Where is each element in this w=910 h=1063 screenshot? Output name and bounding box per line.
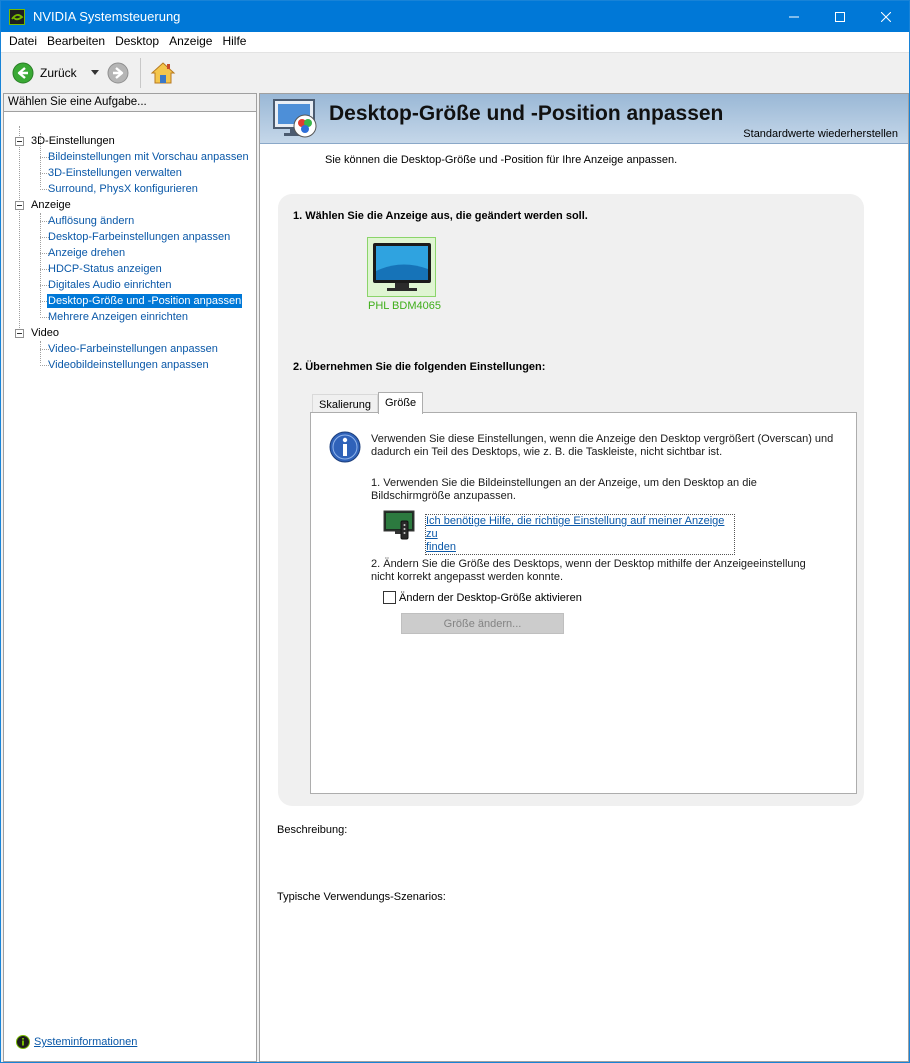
tree-line: [19, 126, 20, 330]
minimize-icon: [789, 16, 799, 17]
tree-item-mehrere-anzeigen[interactable]: Mehrere Anzeigen einrichten: [48, 310, 188, 324]
maximize-icon: [835, 11, 845, 22]
system-info-icon: [16, 1035, 30, 1049]
info-text-1: Verwenden Sie diese Einstellungen, wenn …: [371, 433, 834, 445]
tree-category-3d[interactable]: 3D-Einstellungen: [31, 134, 115, 148]
info-icon: [329, 431, 361, 463]
help-link-line-2: finden: [426, 541, 456, 553]
step1-text-2: Bildschirmgröße anzupassen.: [371, 490, 516, 502]
tree-line: [40, 341, 41, 363]
tree-item-3d-verwalten[interactable]: 3D-Einstellungen verwalten: [48, 166, 182, 180]
tree-category-video[interactable]: Video: [31, 326, 59, 340]
maximize-button[interactable]: [817, 1, 863, 32]
page-title: Desktop-Größe und -Position anpassen: [329, 102, 724, 125]
forward-arrow-icon[interactable]: [107, 62, 129, 84]
tree-item-aufloesung[interactable]: Auflösung ändern: [48, 214, 134, 228]
content-panel: Desktop-Größe und -Position anpassen Sta…: [259, 93, 909, 1062]
menu-datei[interactable]: Datei: [4, 32, 42, 52]
minimize-button[interactable]: [771, 1, 817, 32]
tree-item-hdcp-status[interactable]: HDCP-Status anzeigen: [48, 262, 162, 276]
desktop-position-icon: [273, 99, 317, 138]
page-intro: Sie können die Desktop-Größe und -Positi…: [325, 154, 678, 166]
system-info-label: Systeminformationen: [34, 1036, 138, 1048]
help-link[interactable]: Ich benötige Hilfe, die richtige Einstel…: [425, 514, 735, 555]
back-label: Zurück: [40, 66, 77, 80]
window-title: NVIDIA Systemsteuerung: [33, 9, 181, 24]
tree-item-digitales-audio[interactable]: Digitales Audio einrichten: [48, 278, 172, 292]
menu-hilfe[interactable]: Hilfe: [217, 32, 251, 52]
settings-tabs: Skalierung Größe: [312, 392, 424, 414]
tab-skalierung[interactable]: Skalierung: [312, 394, 378, 414]
display-name-label[interactable]: PHL BDM4065: [368, 300, 441, 312]
menu-bar: Datei Bearbeiten Desktop Anzeige Hilfe: [1, 32, 909, 52]
home-icon[interactable]: [150, 60, 176, 86]
back-arrow-icon: [12, 62, 34, 84]
tab-groesse[interactable]: Größe: [377, 392, 424, 414]
app-window: NVIDIA Systemsteuerung Datei Bearbeiten …: [0, 0, 910, 1063]
close-button[interactable]: [863, 1, 909, 32]
close-icon: [881, 11, 891, 22]
toolbar-separator: [140, 58, 141, 88]
tab-panel-groesse: Verwenden Sie diese Einstellungen, wenn …: [310, 412, 857, 794]
usage-scenarios-label: Typische Verwendungs-Szenarios:: [277, 891, 446, 903]
system-info-link[interactable]: Systeminformationen: [16, 1035, 137, 1049]
description-label: Beschreibung:: [277, 824, 348, 836]
step2-text-1: 2. Ändern Sie die Größe des Desktops, we…: [371, 558, 806, 570]
tv-remote-icon: [383, 510, 415, 540]
toolbar: Zurück: [1, 52, 909, 92]
task-panel: Wählen Sie eine Aufgabe... 3D-Einstellun…: [3, 93, 257, 1062]
tree-line: [40, 213, 41, 315]
tree-item-videobild[interactable]: Videobildeinstellungen anpassen: [48, 358, 209, 372]
tree-item-surround-physx[interactable]: Surround, PhysX konfigurieren: [48, 182, 198, 196]
task-panel-header: Wählen Sie eine Aufgabe...: [4, 94, 256, 112]
tree-category-anzeige[interactable]: Anzeige: [31, 198, 71, 212]
collapse-3d-icon[interactable]: [15, 137, 24, 146]
tree-item-video-farbe[interactable]: Video-Farbeinstellungen anpassen: [48, 342, 218, 356]
collapse-anzeige-icon[interactable]: [15, 201, 24, 210]
nvidia-app-icon: [9, 9, 25, 25]
menu-desktop[interactable]: Desktop: [110, 32, 164, 52]
page-banner: Desktop-Größe und -Position anpassen Sta…: [260, 94, 908, 144]
tree-item-desktop-groesse-selected[interactable]: Desktop-Größe und -Position anpassen: [47, 294, 243, 308]
enable-resize-label[interactable]: Ändern der Desktop-Größe aktivieren: [399, 592, 582, 604]
display-tile[interactable]: [367, 237, 436, 297]
section-1-heading: 1. Wählen Sie die Anzeige aus, die geänd…: [293, 210, 588, 222]
tree-item-anzeige-drehen[interactable]: Anzeige drehen: [48, 246, 125, 260]
back-dropdown-icon[interactable]: [91, 70, 99, 76]
monitor-icon: [373, 243, 431, 291]
menu-anzeige[interactable]: Anzeige: [164, 32, 217, 52]
settings-card: 1. Wählen Sie die Anzeige aus, die geänd…: [278, 194, 864, 806]
enable-resize-checkbox[interactable]: [383, 591, 396, 604]
back-button[interactable]: Zurück: [12, 62, 77, 84]
collapse-video-icon[interactable]: [15, 329, 24, 338]
tree-item-farbeinstellungen[interactable]: Desktop-Farbeinstellungen anpassen: [48, 230, 230, 244]
info-text-2: dadurch ein Teil des Desktops, wie z. B.…: [371, 446, 723, 458]
step2-text-2: nicht korrekt angepasst werden konnte.: [371, 571, 564, 583]
restore-defaults-link[interactable]: Standardwerte wiederherstellen: [743, 128, 898, 140]
title-bar[interactable]: NVIDIA Systemsteuerung: [1, 1, 909, 32]
section-2-heading: 2. Übernehmen Sie die folgenden Einstell…: [293, 361, 546, 373]
resize-button[interactable]: Größe ändern...: [401, 613, 564, 634]
step1-text-1: 1. Verwenden Sie die Bildeinstellungen a…: [371, 477, 757, 489]
menu-bearbeiten[interactable]: Bearbeiten: [42, 32, 110, 52]
tree-item-bildeinstellungen[interactable]: Bildeinstellungen mit Vorschau anpassen: [48, 150, 249, 164]
help-link-line-1: Ich benötige Hilfe, die richtige Einstel…: [426, 515, 725, 540]
